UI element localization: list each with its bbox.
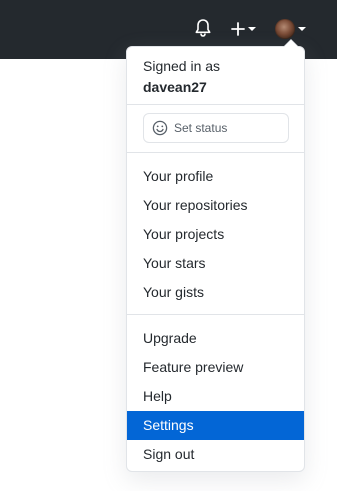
- signed-in-label: Signed in as: [143, 58, 221, 74]
- create-new-menu-button[interactable]: [231, 20, 256, 38]
- divider: [127, 314, 304, 315]
- chevron-down-icon: [298, 27, 306, 31]
- plus-icon: [231, 22, 245, 36]
- menu-item-feature-preview[interactable]: Feature preview: [127, 353, 304, 382]
- menu-item-settings[interactable]: Settings: [127, 411, 304, 440]
- bell-icon: [195, 19, 211, 37]
- menu-item-your-stars[interactable]: Your stars: [127, 249, 304, 278]
- menu-item-your-repositories[interactable]: Your repositories: [127, 191, 304, 220]
- signed-in-header: Signed in as davean27: [143, 56, 220, 98]
- smiley-icon: [152, 120, 168, 136]
- avatar: [275, 19, 295, 39]
- divider: [127, 152, 304, 153]
- user-dropdown-menu: Signed in as davean27 Set status Your pr…: [126, 39, 305, 472]
- set-status-label: Set status: [174, 121, 228, 135]
- divider: [127, 104, 304, 105]
- menu-item-upgrade[interactable]: Upgrade: [127, 324, 304, 353]
- menu-item-sign-out[interactable]: Sign out: [127, 440, 304, 469]
- menu-item-help[interactable]: Help: [127, 382, 304, 411]
- chevron-down-icon: [248, 27, 256, 31]
- user-menu-button[interactable]: [275, 18, 306, 40]
- menu-item-your-projects[interactable]: Your projects: [127, 220, 304, 249]
- menu-item-your-gists[interactable]: Your gists: [127, 278, 304, 307]
- set-status-button[interactable]: Set status: [143, 113, 289, 143]
- notifications-bell-icon[interactable]: [194, 18, 212, 38]
- username[interactable]: davean27: [143, 77, 220, 98]
- menu-item-your-profile[interactable]: Your profile: [127, 162, 304, 191]
